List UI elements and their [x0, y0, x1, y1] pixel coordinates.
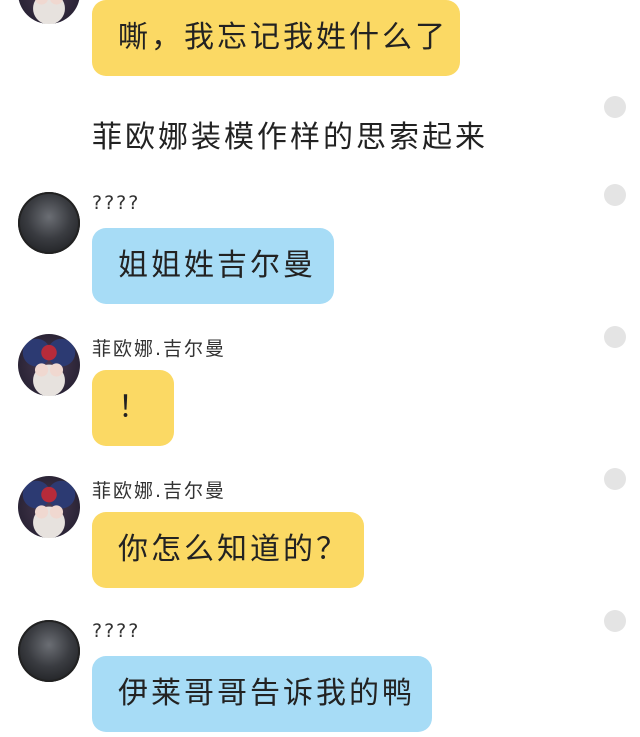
avatar[interactable]: [18, 0, 80, 24]
avatar[interactable]: [18, 192, 80, 254]
message-bubble[interactable]: ！: [92, 370, 174, 446]
message-bubble[interactable]: 嘶，我忘记我姓什么了: [92, 0, 460, 76]
status-dot[interactable]: [604, 610, 626, 632]
sender-name: 菲欧娜.吉尔曼: [92, 338, 227, 360]
avatar[interactable]: [18, 476, 80, 538]
message-bubble[interactable]: 伊莱哥哥告诉我的鸭: [92, 656, 432, 732]
sender-name: ????: [92, 192, 141, 214]
avatar[interactable]: [18, 620, 80, 682]
avatar[interactable]: [18, 334, 80, 396]
message-bubble[interactable]: 姐姐姓吉尔曼: [92, 228, 334, 304]
status-dot[interactable]: [604, 468, 626, 490]
status-dot[interactable]: [604, 326, 626, 348]
status-dot[interactable]: [604, 96, 626, 118]
status-dot[interactable]: [604, 184, 626, 206]
narration-text: 菲欧娜装模作样的思索起来: [92, 120, 488, 155]
message-bubble[interactable]: 你怎么知道的？: [92, 512, 364, 588]
sender-name: 菲欧娜.吉尔曼: [92, 480, 227, 502]
sender-name: ????: [92, 620, 141, 642]
